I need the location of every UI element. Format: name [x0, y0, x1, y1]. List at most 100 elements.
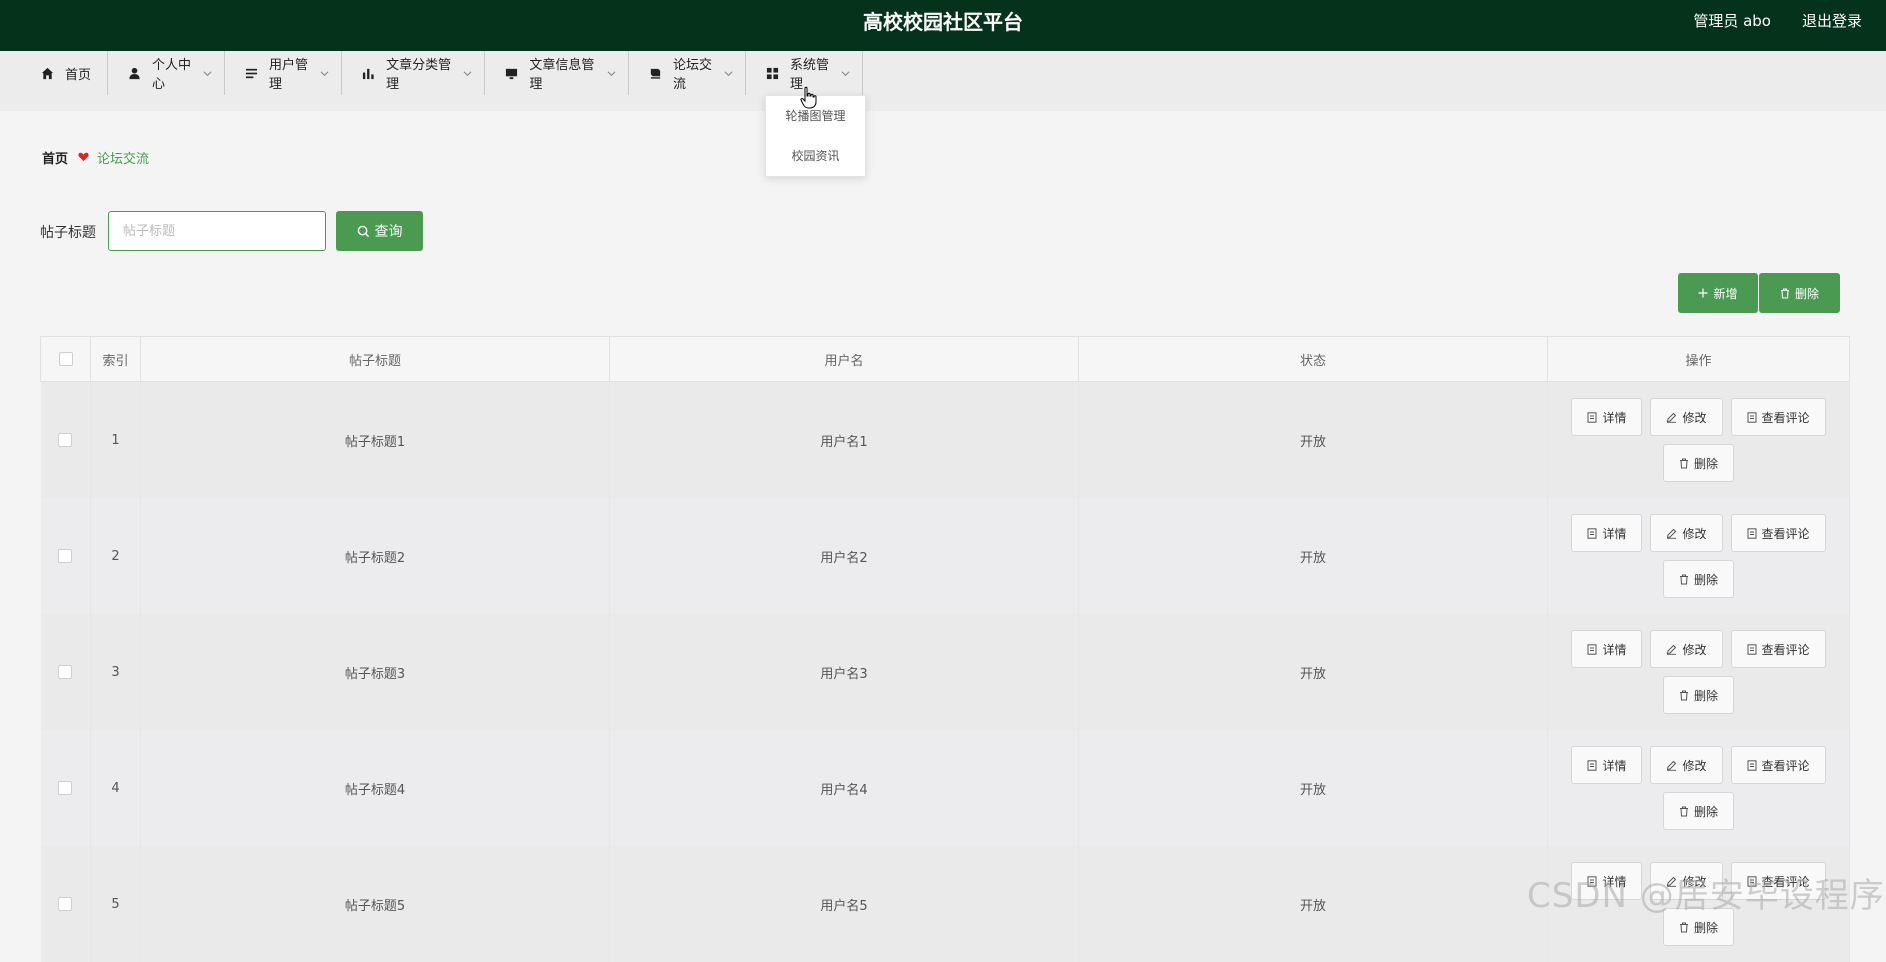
- row-post-title: 帖子标题5: [140, 846, 610, 962]
- home-icon: [40, 66, 54, 80]
- detail-button[interactable]: 详情: [1571, 398, 1643, 436]
- row-checkbox[interactable]: [58, 781, 73, 795]
- current-user-label: 管理员 abo: [1693, 12, 1771, 30]
- app-title: 高校校园社区平台: [863, 10, 1023, 34]
- select-all-checkbox[interactable]: [58, 352, 73, 366]
- row-delete-button-label: 删除: [1693, 920, 1718, 935]
- row-delete-button-label: 删除: [1693, 688, 1718, 703]
- main-nav: 首页 个人中心 用户管理 文章分类管理 文章信息管理 论坛交流 系统管理: [0, 51, 1886, 111]
- row-status: 开放: [1078, 614, 1548, 730]
- row-post-title: 帖子标题4: [140, 730, 610, 846]
- row-index: 4: [90, 730, 141, 846]
- detail-button[interactable]: 详情: [1571, 514, 1643, 552]
- search-icon: [357, 225, 369, 237]
- row-index: 3: [90, 614, 141, 730]
- grid-icon: [766, 66, 779, 80]
- nav-item-article-category[interactable]: 文章分类管理: [342, 51, 485, 95]
- row-delete-button-label: 删除: [1693, 456, 1718, 471]
- add-button-label: 新增: [1713, 286, 1738, 301]
- detail-button-label: 详情: [1602, 526, 1627, 541]
- trash-icon: [1679, 690, 1688, 700]
- chevron-down-icon: [841, 68, 850, 78]
- list-icon: [245, 66, 258, 80]
- row-index: 5: [90, 846, 141, 962]
- column-header-title: 帖子标题: [140, 336, 610, 382]
- view-comments-button-label: 查看评论: [1761, 642, 1810, 657]
- document-icon: [1747, 411, 1756, 423]
- row-status: 开放: [1078, 730, 1548, 846]
- chevron-down-icon: [607, 68, 617, 78]
- row-delete-button[interactable]: 删除: [1662, 792, 1734, 830]
- row-checkbox[interactable]: [58, 665, 73, 679]
- row-delete-button[interactable]: 删除: [1662, 676, 1734, 714]
- nav-item-forum[interactable]: 论坛交流: [629, 51, 746, 95]
- view-comments-button[interactable]: 查看评论: [1730, 398, 1826, 436]
- row-delete-button[interactable]: 删除: [1662, 444, 1734, 482]
- detail-button-label: 详情: [1602, 758, 1627, 773]
- document-icon: [1747, 643, 1756, 655]
- document-icon: [1587, 411, 1597, 423]
- document-icon: [1587, 643, 1597, 655]
- document-icon: [1747, 527, 1756, 539]
- edit-button-label: 修改: [1682, 642, 1707, 657]
- column-header-index: 索引: [90, 336, 141, 382]
- search-button[interactable]: 查询: [336, 211, 423, 251]
- book-icon: [649, 66, 662, 80]
- chevron-down-icon: [320, 68, 329, 78]
- row-checkbox[interactable]: [58, 897, 73, 911]
- column-header-actions: 操作: [1547, 336, 1850, 382]
- trash-icon: [1679, 806, 1688, 816]
- edit-button[interactable]: 修改: [1650, 746, 1723, 784]
- document-icon: [1747, 759, 1756, 771]
- add-button[interactable]: 新增: [1678, 273, 1758, 313]
- breadcrumb-home[interactable]: 首页: [42, 148, 68, 167]
- document-icon: [1587, 527, 1597, 539]
- bulk-delete-button[interactable]: 删除: [1759, 273, 1840, 313]
- row-status: 开放: [1078, 498, 1548, 614]
- row-status: 开放: [1078, 846, 1548, 962]
- row-delete-button-label: 删除: [1693, 572, 1718, 587]
- hand-cursor-icon: [800, 86, 817, 109]
- breadcrumb-current: 论坛交流: [97, 152, 150, 167]
- bar-chart-icon: [362, 66, 375, 80]
- view-comments-button[interactable]: 查看评论: [1730, 630, 1826, 668]
- nav-item-home[interactable]: 首页: [30, 51, 108, 95]
- row-select-cell: [40, 614, 91, 730]
- breadcrumb: 首页 论坛交流: [42, 148, 149, 167]
- view-comments-button[interactable]: 查看评论: [1730, 514, 1826, 552]
- detail-button[interactable]: 详情: [1571, 746, 1643, 784]
- row-checkbox[interactable]: [58, 433, 73, 447]
- edit-button[interactable]: 修改: [1650, 514, 1723, 552]
- nav-item-article-info[interactable]: 文章信息管理: [485, 51, 629, 95]
- chevron-down-icon: [203, 68, 212, 78]
- row-post-title: 帖子标题2: [140, 498, 610, 614]
- row-checkbox[interactable]: [58, 549, 73, 563]
- logout-link[interactable]: 退出登录: [1802, 0, 1862, 43]
- view-comments-button-label: 查看评论: [1761, 758, 1810, 773]
- row-select-cell: [40, 730, 91, 846]
- row-username: 用户名5: [609, 846, 1079, 962]
- row-username: 用户名1: [609, 381, 1079, 498]
- row-post-title: 帖子标题1: [140, 381, 610, 498]
- post-title-search-input[interactable]: [108, 211, 326, 251]
- bulk-delete-button-label: 删除: [1794, 286, 1819, 301]
- edit-button[interactable]: 修改: [1650, 398, 1723, 436]
- detail-button-label: 详情: [1602, 410, 1627, 425]
- edit-button[interactable]: 修改: [1650, 630, 1723, 668]
- row-delete-button[interactable]: 删除: [1662, 560, 1734, 598]
- dropdown-item-campus-news[interactable]: 校园资讯: [766, 136, 865, 176]
- detail-button[interactable]: 详情: [1571, 630, 1643, 668]
- plus-icon: [1698, 288, 1708, 298]
- nav-item-label: 用户管理: [269, 58, 309, 92]
- row-actions-cell: 详情 修改 查看评论 删除: [1547, 381, 1850, 498]
- pencil-icon: [1667, 760, 1677, 771]
- table-header-row: 索引 帖子标题 用户名 状态 操作: [40, 336, 1850, 382]
- view-comments-button-label: 查看评论: [1761, 526, 1810, 541]
- nav-item-profile[interactable]: 个人中心: [108, 51, 225, 95]
- monitor-icon: [505, 66, 518, 80]
- pencil-icon: [1667, 412, 1677, 423]
- row-select-cell: [40, 381, 91, 498]
- nav-item-users[interactable]: 用户管理: [225, 51, 342, 95]
- pencil-icon: [1667, 528, 1677, 539]
- view-comments-button[interactable]: 查看评论: [1730, 746, 1826, 784]
